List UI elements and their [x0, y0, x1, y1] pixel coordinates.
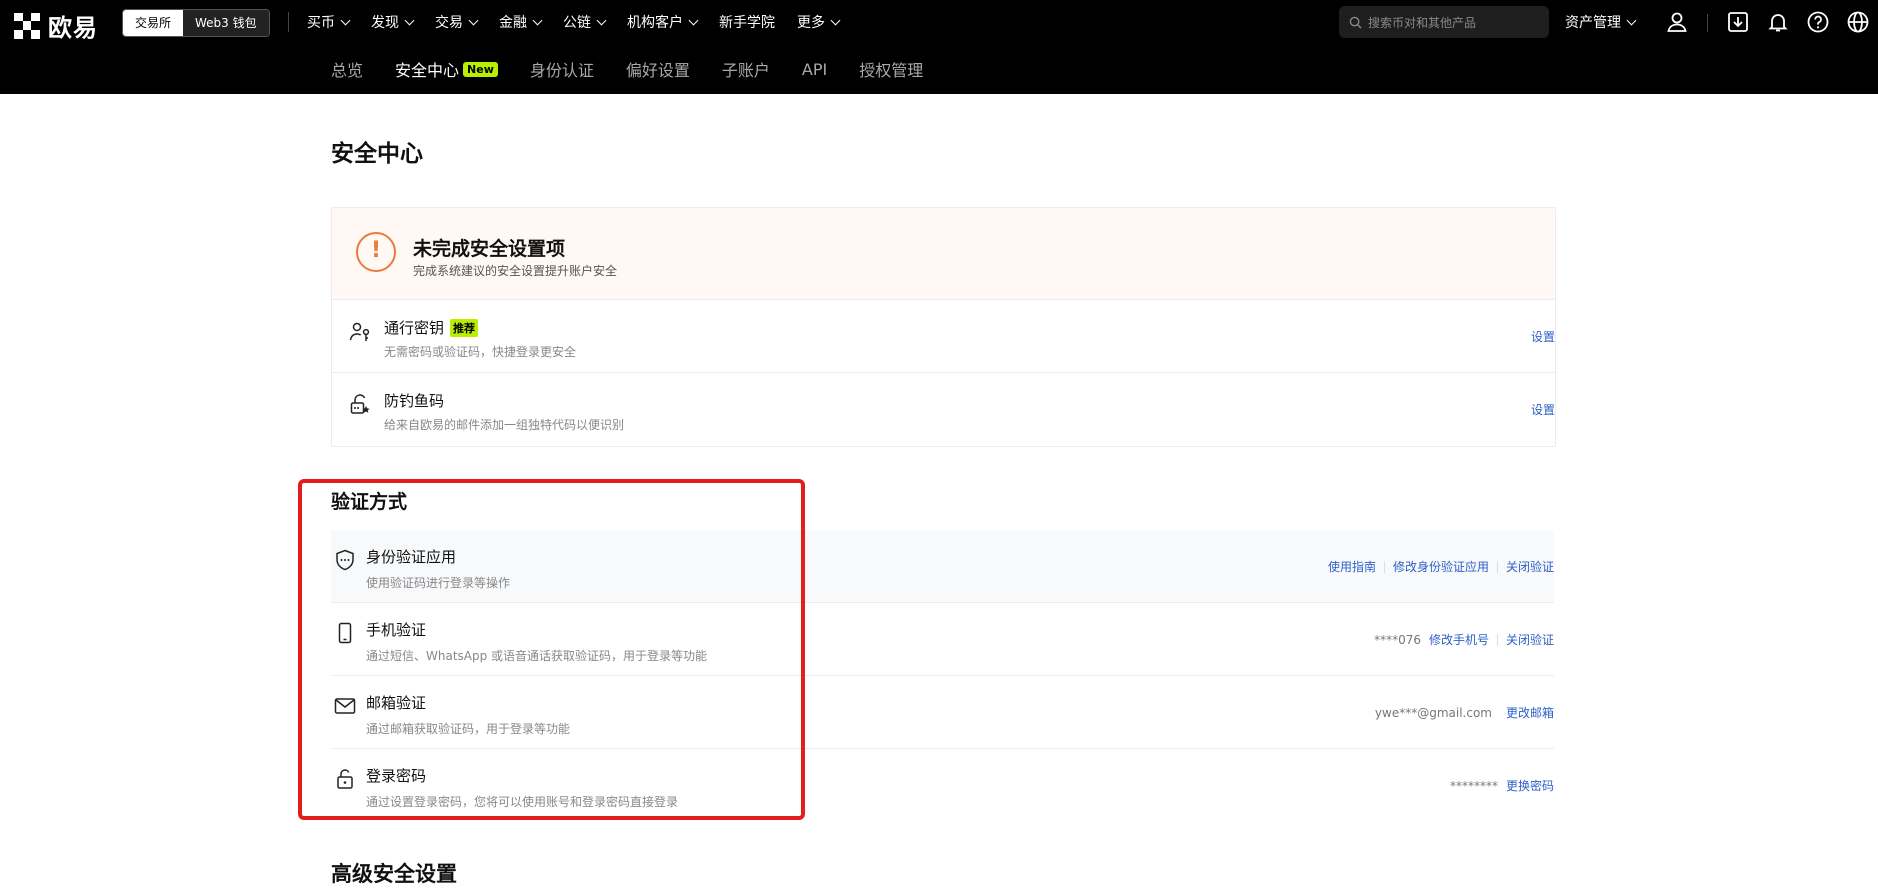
switch-web3-wallet[interactable]: Web3 钱包 [183, 10, 269, 36]
asset-management-menu[interactable]: 资产管理 [1565, 0, 1637, 44]
list-item-passkey: 通行密钥 推荐 无需密码或验证码，快捷登录更安全 设置 [332, 299, 1555, 372]
change-email-link[interactable]: 更改邮箱 [1506, 704, 1554, 721]
row-description: 给来自欧易的邮件添加一组独特代码以便识别 [384, 418, 625, 432]
chevron-down-icon [688, 15, 699, 25]
divider [288, 12, 289, 32]
change-phone-link[interactable]: 修改手机号 [1429, 631, 1489, 648]
warning-subtitle: 完成系统建议的安全设置提升账户安全 [413, 264, 618, 278]
menu-buy-crypto[interactable]: 买币 [307, 12, 351, 32]
row-actions: ywe***@gmail.com 更改邮箱 [1375, 704, 1554, 721]
tab-preferences[interactable]: 偏好设置 [626, 57, 690, 81]
brand-logo[interactable]: 欧易 [14, 8, 98, 43]
chevron-down-icon [468, 15, 479, 25]
setup-anti-phishing-link[interactable]: 设置 [1531, 401, 1555, 418]
menu-academy[interactable]: 新手学院 [719, 12, 775, 32]
menu-institutional[interactable]: 机构客户 [627, 12, 699, 32]
warning-title: 未完成安全设置项 [413, 238, 566, 260]
new-badge: New [463, 61, 498, 77]
tab-identity-verification[interactable]: 身份认证 [530, 57, 594, 81]
brand-name: 欧易 [48, 14, 98, 42]
warning-header: ! 未完成安全设置项 完成系统建议的安全设置提升账户安全 [332, 208, 1555, 299]
chevron-down-icon [596, 15, 607, 25]
tab-sub-accounts[interactable]: 子账户 [722, 57, 770, 81]
highlight-annotation-box [298, 479, 805, 820]
disable-authenticator-link[interactable]: 关闭验证 [1506, 558, 1554, 575]
page-title: 安全中心 [331, 141, 423, 167]
user-icon[interactable] [1665, 10, 1689, 34]
chevron-down-icon [404, 15, 415, 25]
menu-more[interactable]: 更多 [797, 12, 841, 32]
account-subnav: 总览 安全中心 New 身份认证 偏好设置 子账户 API 授权管理 [0, 44, 1878, 94]
disable-phone-verification-link[interactable]: 关闭验证 [1506, 631, 1554, 648]
top-navbar: 欧易 交易所 Web3 钱包 买币 发现 交易 金融 公链 机构客户 新手学院 … [0, 0, 1878, 44]
exclamation-warning-icon: ! [356, 232, 396, 272]
divider [1383, 560, 1385, 573]
globe-language-icon[interactable] [1846, 10, 1870, 34]
row-title: 通行密钥 推荐 [384, 317, 479, 338]
chevron-down-icon [532, 15, 543, 25]
row-title: 防钓鱼码 [384, 392, 445, 410]
menu-chain[interactable]: 公链 [563, 12, 607, 32]
search-placeholder: 搜索币对和其他产品 [1368, 15, 1477, 30]
download-icon[interactable] [1726, 10, 1750, 34]
list-item-anti-phishing: 防钓鱼码 给来自欧易的邮件添加一组独特代码以便识别 设置 [332, 372, 1555, 446]
masked-phone-number: ****076 [1374, 632, 1421, 647]
passkey-icon [349, 322, 370, 341]
menu-trade[interactable]: 交易 [435, 12, 479, 32]
masked-email: ywe***@gmail.com [1374, 705, 1492, 720]
divider [1496, 633, 1498, 646]
chevron-down-icon [1626, 15, 1637, 25]
anti-phishing-icon [350, 394, 370, 414]
usage-guide-link[interactable]: 使用指南 [1328, 558, 1376, 575]
row-actions: ******** 更换密码 [1450, 777, 1554, 794]
chevron-down-icon [340, 15, 351, 25]
row-description: 无需密码或验证码，快捷登录更安全 [384, 345, 577, 359]
search-icon [1349, 16, 1362, 29]
help-icon[interactable] [1806, 10, 1830, 34]
change-password-link[interactable]: 更换密码 [1506, 777, 1554, 794]
menu-finance[interactable]: 金融 [499, 12, 543, 32]
menu-discover[interactable]: 发现 [371, 12, 415, 32]
product-switcher: 交易所 Web3 钱包 [122, 9, 270, 37]
main-menu: 买币 发现 交易 金融 公链 机构客户 新手学院 更多 [307, 0, 861, 44]
masked-password: ******** [1449, 778, 1498, 793]
divider [1496, 560, 1498, 573]
change-authenticator-link[interactable]: 修改身份验证应用 [1393, 558, 1489, 575]
switch-exchange[interactable]: 交易所 [123, 10, 184, 36]
incomplete-security-card: ! 未完成安全设置项 完成系统建议的安全设置提升账户安全 通行密钥 推荐 无需密… [331, 207, 1556, 447]
bell-icon[interactable] [1766, 10, 1790, 34]
okx-logo-icon [14, 12, 40, 39]
search-input[interactable]: 搜索币对和其他产品 [1339, 6, 1549, 38]
tab-overview[interactable]: 总览 [331, 57, 363, 81]
tab-api[interactable]: API [802, 60, 827, 79]
row-actions: ****076 修改手机号 关闭验证 [1374, 631, 1554, 648]
recommended-badge: 推荐 [450, 318, 479, 337]
tab-authorization[interactable]: 授权管理 [859, 57, 923, 81]
advanced-security-title: 高级安全设置 [331, 862, 457, 886]
setup-passkey-link[interactable]: 设置 [1531, 328, 1555, 345]
chevron-down-icon [830, 15, 841, 25]
row-actions: 使用指南 修改身份验证应用 关闭验证 [1328, 558, 1554, 575]
tab-security-center[interactable]: 安全中心 New [395, 57, 498, 81]
divider [1707, 14, 1708, 32]
